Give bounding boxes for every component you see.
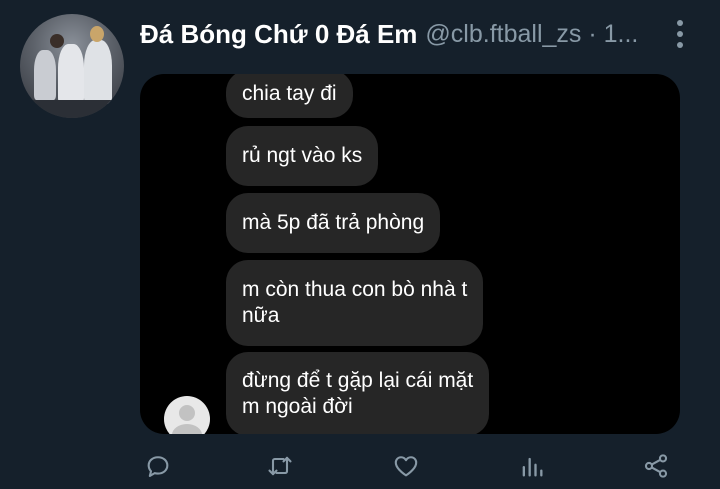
message-bubble: mà 5p đã trả phòng — [226, 193, 441, 253]
message-bubble: đừng để t gặp lại cái mặt m ngoài đời — [226, 352, 490, 434]
tweet-actions — [140, 448, 680, 484]
message-text: rủ ngt vào ks — [242, 144, 363, 167]
message-bubble: rủ ngt vào ks — [226, 126, 379, 186]
message-text: nữa — [242, 304, 280, 327]
message-text: m còn thua con bò nhà t — [242, 278, 468, 301]
tweet-image[interactable]: chia tay đi rủ ngt vào ks mà 5p đã trả p… — [140, 74, 680, 434]
reply-icon[interactable] — [140, 448, 176, 484]
message-text: đừng để t gặp lại cái mặt — [242, 369, 474, 392]
tweet-header: Đá Bóng Chứ 0 Đá Em @clb.ftball_zs · 1..… — [140, 14, 680, 54]
display-name[interactable]: Đá Bóng Chứ 0 Đá Em — [140, 19, 417, 50]
heart-icon[interactable] — [388, 448, 424, 484]
user-handle[interactable]: @clb.ftball_zs · 1... — [425, 20, 638, 49]
message-text: m ngoài đời — [242, 395, 353, 418]
analytics-icon[interactable] — [514, 448, 550, 484]
share-icon[interactable] — [638, 448, 674, 484]
message-bubble: m còn thua con bò nhà t nữa — [226, 260, 484, 346]
message-text: mà 5p đã trả phòng — [242, 211, 425, 234]
message-avatar — [164, 396, 210, 434]
more-vertical-icon[interactable] — [676, 20, 684, 48]
profile-avatar[interactable] — [20, 14, 124, 118]
message-bubble: chia tay đi — [226, 74, 353, 118]
message-text: chia tay đi — [242, 82, 337, 105]
retweet-icon[interactable] — [262, 448, 298, 484]
